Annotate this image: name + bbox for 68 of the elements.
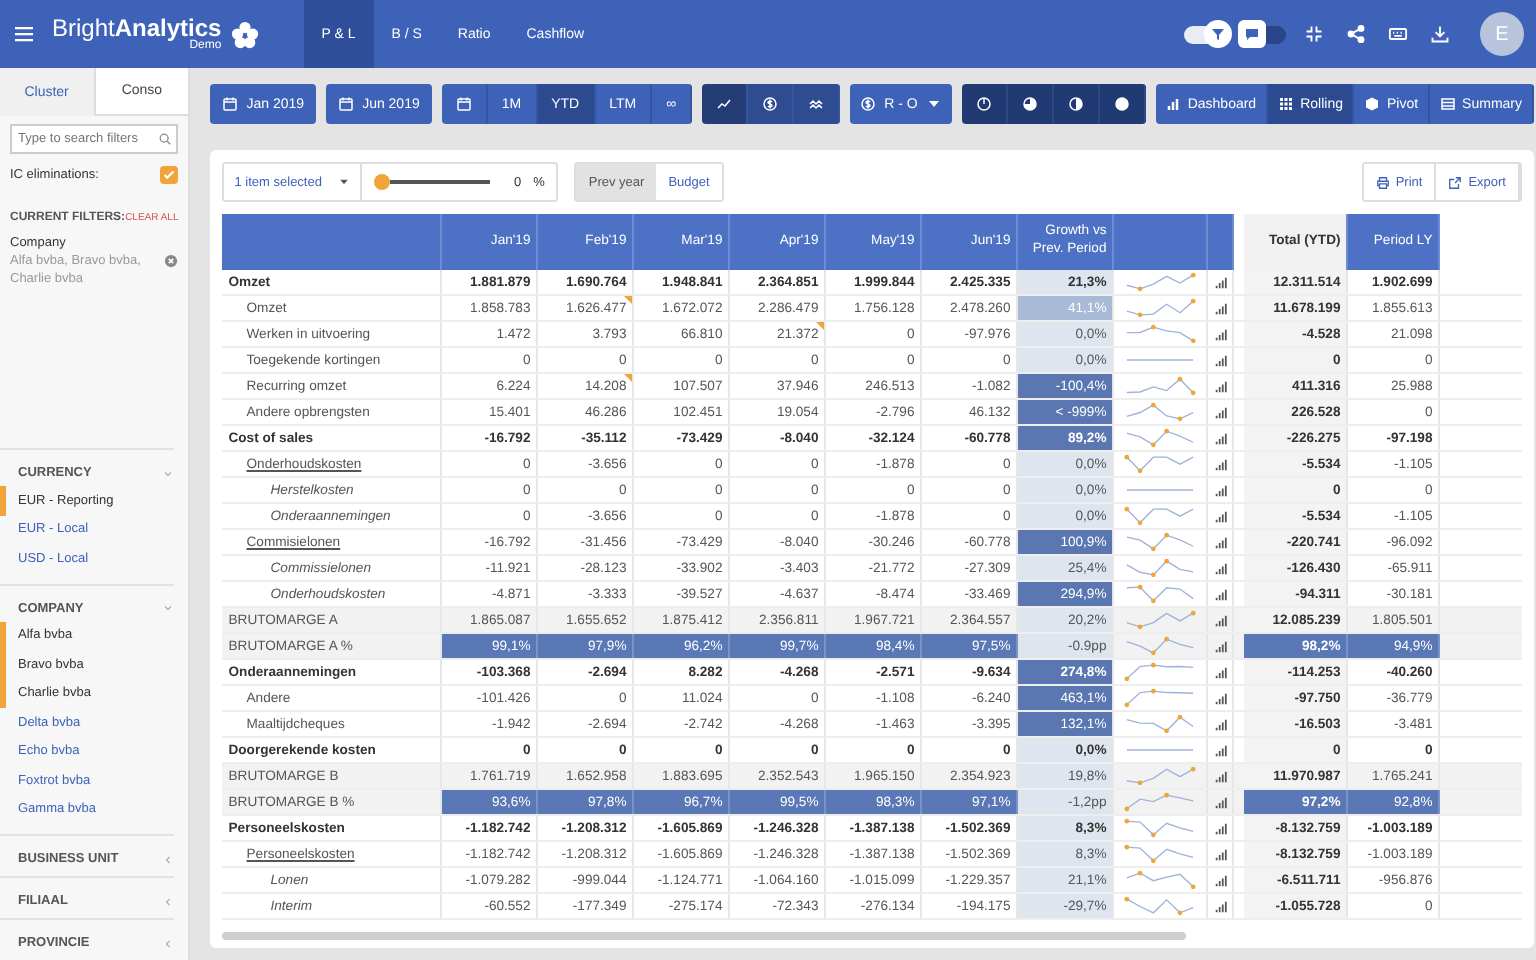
bar-chart-icon[interactable]	[1213, 717, 1228, 731]
bar-chart-icon[interactable]	[1213, 873, 1228, 887]
bar-chart-icon[interactable]	[1213, 353, 1228, 367]
comment-marker[interactable]	[624, 296, 633, 304]
flower-logo-icon	[229, 19, 260, 49]
remove-icon[interactable]	[164, 254, 179, 268]
table-icon	[1440, 96, 1457, 112]
bar-chart-icon[interactable]	[1213, 613, 1228, 627]
share-icon[interactable]	[1346, 24, 1366, 44]
bar-chart-icon[interactable]	[1213, 899, 1228, 913]
logo-text: BrightAnalytics	[52, 16, 222, 40]
bar-chart-icon[interactable]	[1213, 561, 1228, 575]
bar-chart-icon[interactable]	[1213, 535, 1228, 549]
calendar-icon[interactable]	[455, 96, 472, 112]
wave-button[interactable]	[794, 84, 841, 124]
power-icon[interactable]	[975, 96, 992, 112]
calendar-icon	[222, 96, 239, 112]
keyboard-icon[interactable]	[1388, 24, 1408, 44]
menu-icon	[12, 22, 36, 46]
pie-icon[interactable]	[1021, 96, 1038, 112]
scrollbar[interactable]	[222, 932, 1187, 940]
grid-icon	[1278, 96, 1295, 112]
slider[interactable]	[373, 174, 490, 190]
circle-icon[interactable]	[1113, 96, 1130, 112]
caret-icon	[925, 96, 942, 112]
bar-chart-icon[interactable]	[1213, 405, 1228, 419]
bar-chart-icon[interactable]	[1213, 847, 1228, 861]
caret-icon	[337, 176, 350, 188]
half-circle-icon[interactable]	[1067, 96, 1084, 112]
bar-chart-icon[interactable]	[1213, 301, 1228, 315]
line-chart-icon	[716, 96, 733, 112]
dollar-button[interactable]	[748, 84, 795, 124]
dollar-icon	[762, 96, 779, 112]
printer-icon	[1375, 175, 1390, 189]
bar-chart-icon[interactable]	[1213, 769, 1228, 783]
export-icon	[1448, 175, 1463, 189]
header-cell	[1114, 214, 1209, 270]
bar-chart-icon[interactable]	[1213, 665, 1228, 679]
comment-marker[interactable]	[816, 322, 825, 330]
bar-chart-icon[interactable]	[1213, 587, 1228, 601]
bar-chart-icon[interactable]	[1213, 821, 1228, 835]
comment-marker[interactable]	[624, 374, 633, 382]
bar-chart-icon[interactable]	[1213, 275, 1228, 289]
dollar-icon	[860, 96, 877, 112]
calendar-icon	[338, 96, 355, 112]
slider-thumb[interactable]	[373, 174, 390, 190]
header-cell	[1208, 214, 1235, 270]
cube-icon	[1364, 96, 1381, 112]
bar-chart-icon[interactable]	[1213, 639, 1228, 653]
bar-chart-icon[interactable]	[1213, 483, 1228, 497]
bar-chart-icon[interactable]	[1213, 509, 1228, 523]
bar-chart-icon	[1165, 96, 1182, 112]
bar-chart-icon[interactable]	[1213, 457, 1228, 471]
fullscreen-icon[interactable]	[1304, 24, 1324, 44]
checkbox[interactable]	[160, 166, 179, 184]
chat-icon	[1244, 25, 1260, 41]
bar-chart-icon[interactable]	[1213, 379, 1228, 393]
toggle-switch[interactable]	[1184, 25, 1228, 43]
bar-chart-icon[interactable]	[1213, 795, 1228, 809]
bar-chart-icon[interactable]	[1213, 327, 1228, 341]
download-icon[interactable]	[1430, 24, 1450, 44]
wave-icon	[808, 96, 825, 112]
filter-icon	[1210, 25, 1226, 41]
bar-chart-icon[interactable]	[1213, 691, 1228, 705]
bar-chart-icon[interactable]	[1213, 743, 1228, 757]
bar-chart-icon[interactable]	[1213, 431, 1228, 445]
toggle-switch[interactable]	[1242, 25, 1286, 43]
search-icon	[158, 132, 173, 146]
